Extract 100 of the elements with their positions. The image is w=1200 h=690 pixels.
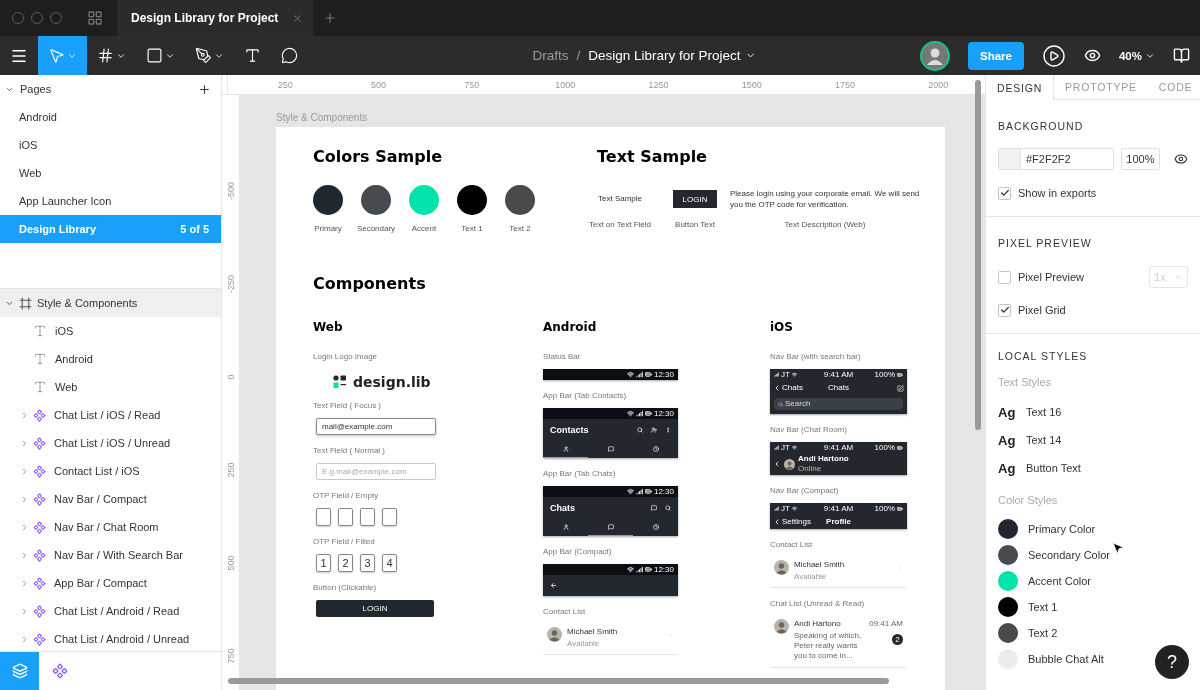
back-arrow-icon[interactable] — [550, 582, 557, 590]
more-icon[interactable] — [665, 427, 671, 434]
text-style-item[interactable]: Ag Text 14 — [998, 426, 1062, 454]
layer-item[interactable]: Nav Bar / Chat Room — [0, 513, 221, 541]
otp-field[interactable] — [338, 508, 353, 527]
swatch-label: Accent — [411, 224, 437, 235]
scrollbar[interactable] — [228, 678, 889, 684]
otp-field[interactable]: 3 — [360, 554, 375, 573]
layer-item[interactable]: Style & Components — [0, 289, 221, 317]
component-caption: App Bar (Tab Chats) — [543, 469, 616, 480]
file-name-button[interactable]: Design Library for Project — [588, 48, 756, 63]
breadcrumb-folder[interactable]: Drafts — [532, 48, 569, 63]
color-style-item[interactable]: Text 1 — [998, 594, 1058, 620]
layer-name: Contact List / iOS — [54, 465, 140, 477]
close-icon[interactable] — [292, 12, 304, 24]
otp-field[interactable] — [382, 508, 397, 527]
back-label[interactable]: Chats — [782, 383, 803, 394]
back-label[interactable]: Settings — [782, 516, 811, 528]
app-bar-title: Chats — [550, 503, 576, 514]
checkbox[interactable] — [998, 303, 1011, 317]
compose-icon[interactable] — [897, 384, 904, 392]
contact-list-item[interactable]: Michael Smith Available — [770, 557, 907, 589]
text-field[interactable]: E.g.mail@example.com — [316, 463, 436, 481]
color-style-item[interactable]: Secondary Color — [998, 542, 1110, 568]
play-icon[interactable] — [1041, 43, 1066, 68]
text-style-item[interactable]: Ag Text 16 — [998, 398, 1062, 426]
color-style-item[interactable]: Primary Color — [998, 516, 1096, 542]
status-time: 12:30 — [653, 564, 674, 576]
checkbox[interactable] — [998, 186, 1011, 200]
user-avatar[interactable] — [920, 40, 950, 71]
sample-button[interactable]: LOGIN — [673, 190, 717, 208]
sample-paragraph: Please login using your corporate email. We will send you the OTP code for verification. — [730, 187, 920, 211]
otp-field[interactable] — [316, 508, 331, 527]
chat-icon — [607, 446, 614, 453]
text-style-item[interactable]: Ag Button Text — [998, 454, 1081, 482]
layer-item[interactable]: Nav Bar / With Search Bar — [0, 541, 221, 569]
component-icon — [33, 548, 46, 562]
ruler-label: 2000 — [927, 79, 950, 92]
eye-icon[interactable] — [1174, 152, 1188, 166]
layers-tab[interactable] — [0, 652, 39, 690]
book-icon[interactable] — [1173, 47, 1190, 64]
layer-item[interactable]: Chat List / Android / Unread — [0, 625, 221, 651]
style-name: Button Text — [1026, 462, 1081, 474]
chat-list-item[interactable]: Andi Hartono Speaking of which, Peter really wants you to come in... 09:41 AM 2 — [770, 616, 907, 668]
caret-icon — [20, 578, 29, 588]
chat-icon[interactable] — [651, 505, 657, 512]
opacity-field[interactable]: 100% — [1120, 148, 1161, 170]
person-icon — [562, 524, 569, 531]
pen-icon — [195, 47, 212, 64]
frame-icon — [19, 296, 32, 310]
layer-item[interactable]: Android — [0, 345, 221, 373]
layer-item[interactable]: App Bar / Compact — [0, 569, 221, 597]
layer-item[interactable]: iOS — [0, 317, 221, 345]
page-item[interactable]: iOS — [0, 131, 221, 159]
panel-tab[interactable]: DESIGN — [986, 75, 1055, 100]
component-icon — [33, 436, 46, 450]
document-tab[interactable]: Design Library for Project — [117, 0, 314, 36]
layer-item[interactable]: Nav Bar / Compact — [0, 485, 221, 513]
sample-text: Text Sample — [598, 193, 642, 205]
search-field[interactable]: Search — [774, 398, 903, 411]
column-title: Web — [313, 320, 344, 335]
ruler-label: 500 — [370, 79, 388, 92]
carrier-name: JT — [781, 503, 790, 515]
battery-icon — [897, 505, 903, 512]
search-icon[interactable] — [637, 427, 643, 434]
component-caption: Button (Clickable) — [313, 583, 377, 594]
zoom-button[interactable]: 40% — [1118, 49, 1155, 62]
eye-icon[interactable] — [1083, 47, 1101, 64]
contact-list-item[interactable]: Michael Smith Available — [543, 624, 678, 656]
layer-item[interactable]: Web — [0, 373, 221, 401]
layer-item[interactable]: Contact List / iOS — [0, 457, 221, 485]
logo-icon — [333, 375, 347, 390]
add-person-icon[interactable] — [651, 427, 657, 434]
otp-field[interactable]: 4 — [382, 554, 397, 573]
otp-field[interactable] — [360, 508, 375, 527]
back-icon[interactable] — [773, 460, 781, 469]
scrollbar[interactable] — [975, 80, 981, 430]
login-button[interactable]: LOGIN — [316, 600, 434, 618]
otp-field[interactable]: 2 — [338, 554, 353, 573]
layer-item[interactable]: Chat List / iOS / Unread — [0, 429, 221, 457]
checkbox[interactable] — [998, 270, 1011, 284]
text-field[interactable]: mail@example.com — [316, 418, 436, 436]
layer-item[interactable]: Chat List / Android / Read — [0, 597, 221, 625]
search-icon[interactable] — [665, 505, 671, 512]
page-item[interactable]: Android — [0, 103, 221, 131]
contact-status: Available — [794, 571, 828, 583]
color-style-item[interactable]: Text 2 — [998, 620, 1058, 646]
color-style-item[interactable]: Bubble Chat Alt — [998, 646, 1104, 672]
signal-icon — [635, 488, 643, 496]
style-name: Text 14 — [1026, 434, 1062, 446]
section-title: Colors Sample — [313, 147, 443, 167]
color-field[interactable]: #F2F2F2 — [998, 148, 1114, 170]
layer-item[interactable]: Chat List / iOS / Read — [0, 401, 221, 429]
grid-icon[interactable] — [87, 10, 103, 26]
otp-field[interactable]: 1 — [316, 554, 331, 573]
page-item[interactable]: App Launcher Icon — [0, 187, 221, 215]
color-style-item[interactable]: Accent Color — [998, 568, 1091, 594]
ruler-label: 750 — [225, 648, 236, 663]
page-item[interactable]: Web — [0, 159, 221, 187]
add-page-icon[interactable] — [198, 82, 211, 96]
